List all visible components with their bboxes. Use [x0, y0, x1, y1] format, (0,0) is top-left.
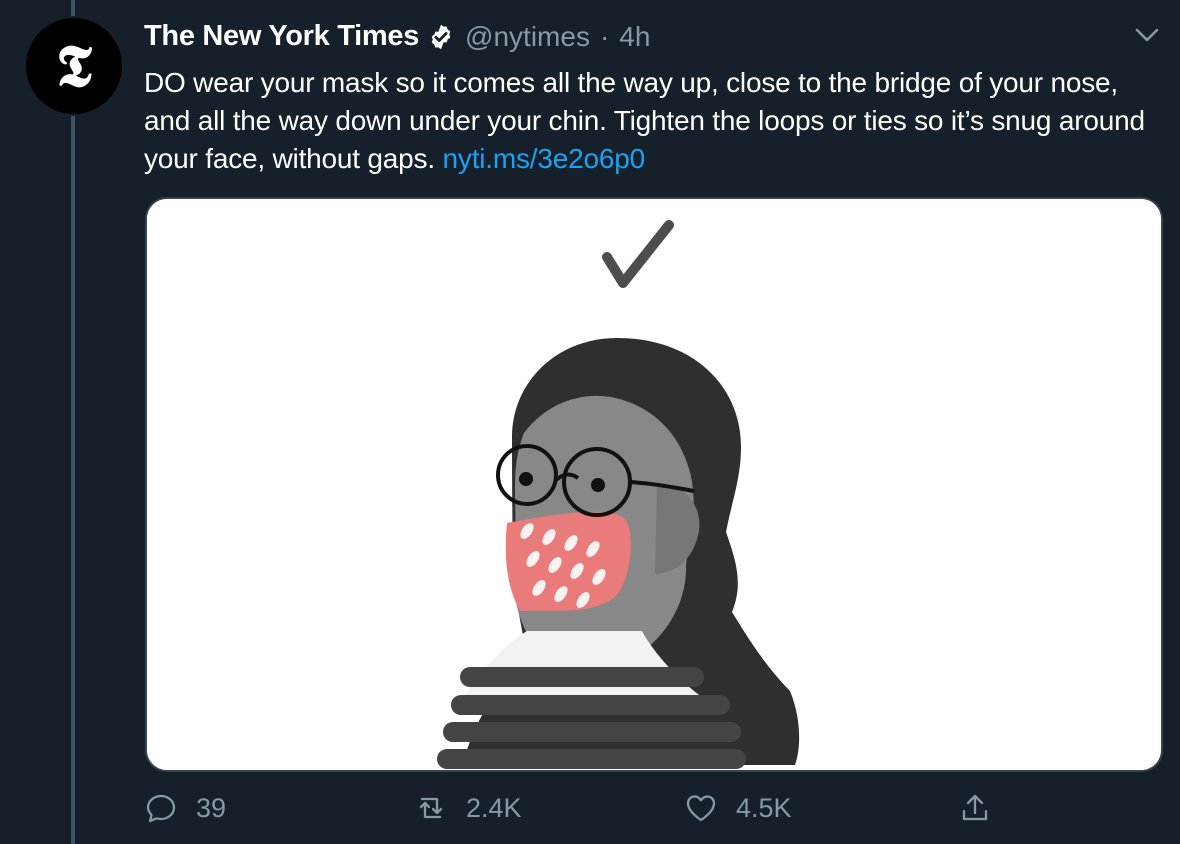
share-icon [962, 794, 988, 821]
tweet-thread-view: 𝕿 The New York Times @nytimes · 4h DO we… [0, 0, 1180, 844]
retweet-icon [419, 797, 443, 819]
reply-icon [146, 794, 176, 823]
retweet-button[interactable]: 2.4K [414, 786, 522, 830]
chevron-down-icon[interactable] [1134, 26, 1160, 44]
tweet-link[interactable]: nyti.ms/3e2o6p0 [443, 143, 646, 174]
tweet-time[interactable]: 4h [619, 21, 650, 53]
display-name[interactable]: The New York Times [144, 20, 419, 53]
tweet-actions: 39 2.4K 4.5K [144, 786, 1024, 830]
tweet-header: The New York Times @nytimes · 4h [144, 20, 650, 53]
like-count: 4.5K [736, 792, 792, 823]
tweet-media-card[interactable] [145, 197, 1163, 772]
verified-badge-icon [427, 23, 455, 51]
heart-icon [686, 795, 716, 822]
user-handle[interactable]: @nytimes [465, 21, 590, 53]
separator-dot: · [599, 20, 610, 52]
nyt-logo-icon: 𝕿 [56, 32, 92, 100]
mask-illustration [147, 199, 1161, 770]
avatar[interactable]: 𝕿 [26, 18, 122, 114]
reply-button[interactable]: 39 [144, 786, 226, 830]
share-button[interactable] [958, 786, 992, 830]
retweet-count: 2.4K [466, 792, 522, 823]
thread-line [71, 0, 75, 844]
tweet-text: DO wear your mask so it comes all the wa… [144, 64, 1154, 178]
reply-count: 39 [196, 792, 227, 823]
like-button[interactable]: 4.5K [684, 786, 792, 830]
